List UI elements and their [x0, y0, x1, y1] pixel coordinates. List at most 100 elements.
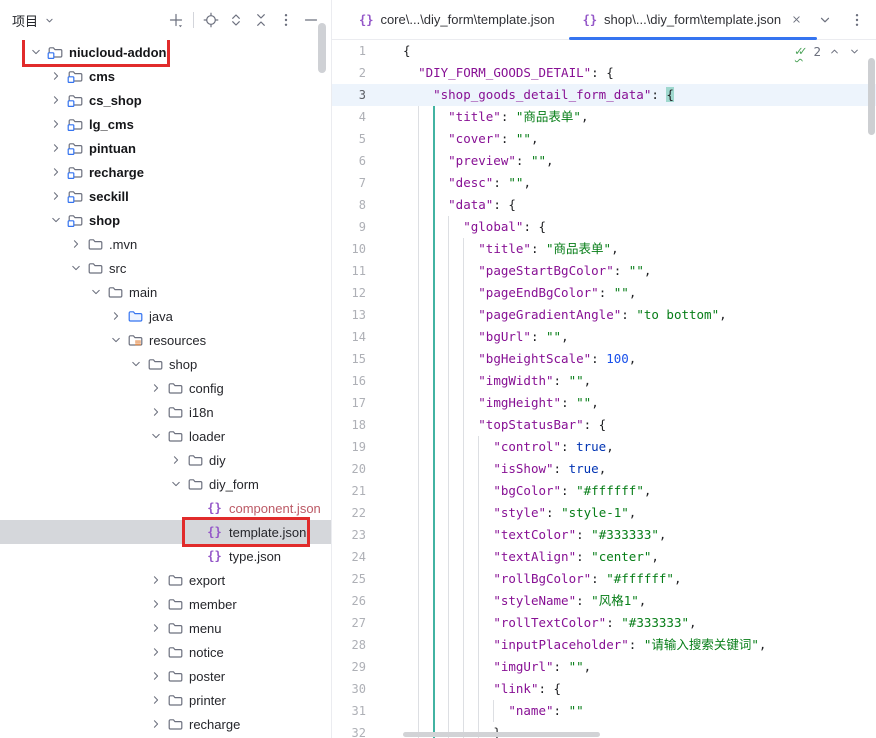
- code-line-17[interactable]: 17 "imgHeight": "",: [332, 392, 876, 414]
- code-line-16[interactable]: 16 "imgWidth": "",: [332, 370, 876, 392]
- code-line-26[interactable]: 26 "styleName": "风格1",: [332, 590, 876, 612]
- tree-item-lg_cms[interactable]: lg_cms: [0, 112, 331, 136]
- tree-chevron-icon[interactable]: [46, 188, 66, 204]
- code-line-3[interactable]: 3 "shop_goods_detail_form_data": {: [332, 84, 876, 106]
- tree-chevron-icon[interactable]: [146, 620, 166, 636]
- tree-chevron-icon[interactable]: [46, 68, 66, 84]
- tree-item-recharge[interactable]: recharge: [0, 712, 331, 736]
- code-line-30[interactable]: 30 "link": {: [332, 678, 876, 700]
- code-line-2[interactable]: 2 "DIY_FORM_GOODS_DETAIL": {: [332, 62, 876, 84]
- tree-chevron-icon[interactable]: [66, 236, 86, 252]
- editor-vertical-scrollbar[interactable]: [868, 58, 875, 135]
- code-line-25[interactable]: 25 "rollBgColor": "#ffffff",: [332, 568, 876, 590]
- code-line-7[interactable]: 7 "desc": "",: [332, 172, 876, 194]
- tree-item-i18n[interactable]: i18n: [0, 400, 331, 424]
- tree-item-pintuan[interactable]: pintuan: [0, 136, 331, 160]
- code-line-20[interactable]: 20 "isShow": true,: [332, 458, 876, 480]
- tree-item-diy[interactable]: diy: [0, 448, 331, 472]
- project-tree-scrollbar[interactable]: [318, 23, 326, 73]
- tree-chevron-icon[interactable]: [46, 212, 66, 228]
- tree-chevron-icon[interactable]: [146, 716, 166, 732]
- tree-item-shop[interactable]: shop: [0, 208, 331, 232]
- tree-item-export[interactable]: export: [0, 568, 331, 592]
- tree-chevron-icon[interactable]: [146, 692, 166, 708]
- plus-icon[interactable]: [168, 12, 184, 28]
- code-line-23[interactable]: 23 "textColor": "#333333",: [332, 524, 876, 546]
- tree-item-type.json[interactable]: {}type.json: [0, 544, 331, 568]
- code-line-18[interactable]: 18 "topStatusBar": {: [332, 414, 876, 436]
- tree-chevron-icon[interactable]: [46, 116, 66, 132]
- code-line-28[interactable]: 28 "inputPlaceholder": "请输入搜索关键词",: [332, 634, 876, 656]
- close-icon[interactable]: [790, 13, 803, 26]
- tree-item-recharge[interactable]: recharge: [0, 160, 331, 184]
- tree-item-diy_form[interactable]: diy_form: [0, 472, 331, 496]
- chevron-down-icon[interactable]: [817, 12, 833, 28]
- code-line-31[interactable]: 31 "name": "": [332, 700, 876, 722]
- code-line-27[interactable]: 27 "rollTextColor": "#333333",: [332, 612, 876, 634]
- expand-all-icon[interactable]: [228, 12, 244, 28]
- tree-item-.mvn[interactable]: .mvn: [0, 232, 331, 256]
- tree-chevron-icon[interactable]: [146, 380, 166, 396]
- more-icon[interactable]: [278, 12, 294, 28]
- code-line-19[interactable]: 19 "control": true,: [332, 436, 876, 458]
- project-panel-title[interactable]: 项目: [12, 11, 38, 30]
- code-line-12[interactable]: 12 "pageEndBgColor": "",: [332, 282, 876, 304]
- tree-chevron-icon[interactable]: [46, 164, 66, 180]
- tree-item-template.json[interactable]: {}template.json: [0, 520, 331, 544]
- tree-chevron-icon[interactable]: [46, 92, 66, 108]
- tree-item-src[interactable]: src: [0, 256, 331, 280]
- tree-chevron-icon[interactable]: [146, 404, 166, 420]
- code-line-9[interactable]: 9 "global": {: [332, 216, 876, 238]
- code-line-22[interactable]: 22 "style": "style-1",: [332, 502, 876, 524]
- code-line-24[interactable]: 24 "textAlign": "center",: [332, 546, 876, 568]
- code-line-15[interactable]: 15 "bgHeightScale": 100,: [332, 348, 876, 370]
- tree-chevron-icon[interactable]: [106, 308, 126, 324]
- tree-chevron-icon[interactable]: [146, 644, 166, 660]
- tree-item-menu[interactable]: menu: [0, 616, 331, 640]
- tree-chevron-icon[interactable]: [86, 284, 106, 300]
- tree-chevron-icon[interactable]: [26, 44, 46, 60]
- tree-chevron-icon[interactable]: [166, 452, 186, 468]
- tree-chevron-icon[interactable]: [146, 572, 166, 588]
- code-line-14[interactable]: 14 "bgUrl": "",: [332, 326, 876, 348]
- code-line-10[interactable]: 10 "title": "商品表单",: [332, 238, 876, 260]
- tree-chevron-icon[interactable]: [166, 476, 186, 492]
- tree-item-seckill[interactable]: seckill: [0, 184, 331, 208]
- tree-item-shop[interactable]: shop: [0, 352, 331, 376]
- tree-item-java[interactable]: java: [0, 304, 331, 328]
- tree-chevron-icon[interactable]: [46, 140, 66, 156]
- tree-chevron-icon[interactable]: [126, 356, 146, 372]
- tree-item-resources[interactable]: resources: [0, 328, 331, 352]
- tree-item-config[interactable]: config: [0, 376, 331, 400]
- editor-tab-2[interactable]: {}shop\...\diy_form\template.json: [569, 0, 817, 39]
- code-line-11[interactable]: 11 "pageStartBgColor": "",: [332, 260, 876, 282]
- code-line-29[interactable]: 29 "imgUrl": "",: [332, 656, 876, 678]
- chevron-down-icon[interactable]: [43, 14, 56, 27]
- locate-icon[interactable]: [203, 12, 219, 28]
- code-editor[interactable]: ✓✓ 2 1{2 "DIY_FORM_GOODS_DETAIL": {3 "sh…: [332, 40, 876, 738]
- more-icon[interactable]: [849, 12, 865, 28]
- editor-horizontal-scrollbar[interactable]: [403, 732, 600, 737]
- tree-item-printer[interactable]: printer: [0, 688, 331, 712]
- tree-item-loader[interactable]: loader: [0, 424, 331, 448]
- tree-item-niucloud-addon[interactable]: niucloud-addon: [0, 40, 331, 64]
- tree-item-poster[interactable]: poster: [0, 664, 331, 688]
- tree-chevron-icon[interactable]: [106, 332, 126, 348]
- code-line-4[interactable]: 4 "title": "商品表单",: [332, 106, 876, 128]
- code-line-21[interactable]: 21 "bgColor": "#ffffff",: [332, 480, 876, 502]
- tree-chevron-icon[interactable]: [146, 428, 166, 444]
- code-line-6[interactable]: 6 "preview": "",: [332, 150, 876, 172]
- code-line-13[interactable]: 13 "pageGradientAngle": "to bottom",: [332, 304, 876, 326]
- code-line-5[interactable]: 5 "cover": "",: [332, 128, 876, 150]
- tree-item-member[interactable]: member: [0, 592, 331, 616]
- tree-chevron-icon[interactable]: [146, 668, 166, 684]
- code-line-8[interactable]: 8 "data": {: [332, 194, 876, 216]
- tree-item-cms[interactable]: cms: [0, 64, 331, 88]
- tree-chevron-icon[interactable]: [146, 596, 166, 612]
- tree-item-component.json[interactable]: {}component.json: [0, 496, 331, 520]
- collapse-all-icon[interactable]: [253, 12, 269, 28]
- tree-chevron-icon[interactable]: [66, 260, 86, 276]
- next-problem-button[interactable]: [848, 45, 861, 58]
- editor-tab-1[interactable]: {}core\...\diy_form\template.json: [345, 0, 569, 39]
- prev-problem-button[interactable]: [828, 45, 841, 58]
